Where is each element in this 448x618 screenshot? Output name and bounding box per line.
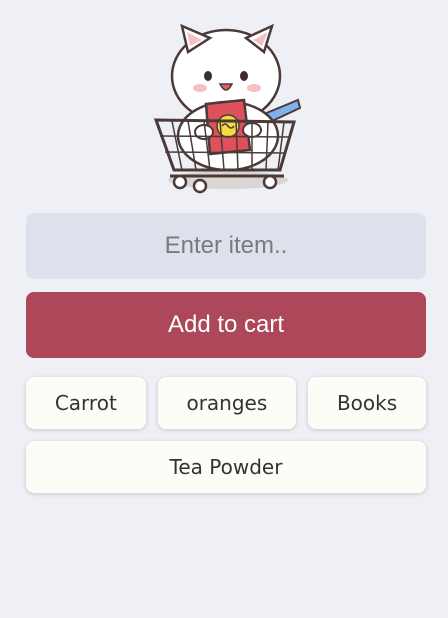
cart-items-list: Carrot oranges Books Tea Powder [26,377,426,493]
cart-item[interactable]: Carrot [26,377,146,429]
cat-in-shopping-cart-icon [153,23,302,194]
add-to-cart-button[interactable]: Add to cart [26,292,426,358]
cart-item[interactable]: Tea Powder [26,441,426,493]
cart-item[interactable]: Books [308,377,426,429]
cart-item[interactable]: oranges [157,377,297,429]
item-input[interactable] [26,213,426,279]
